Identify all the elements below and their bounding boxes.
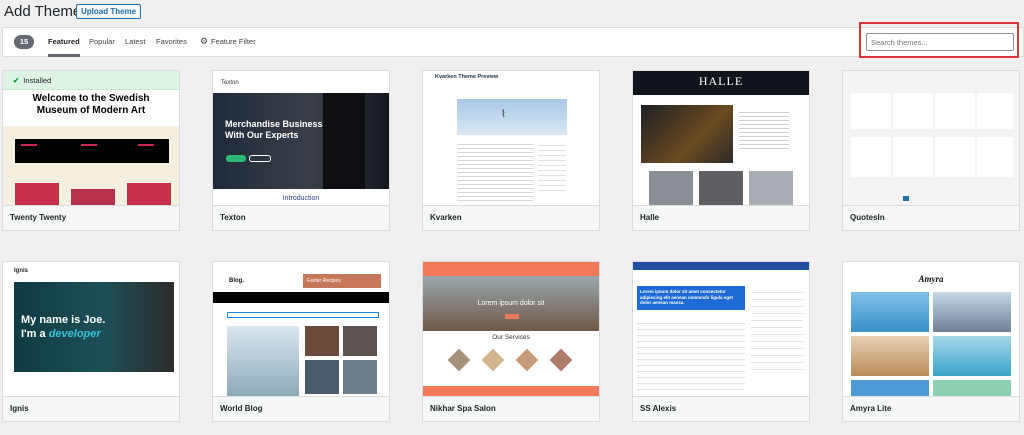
theme-name: Amyra Lite bbox=[843, 396, 1019, 421]
theme-screenshot: Amyra bbox=[843, 262, 1019, 396]
feature-filter-button[interactable]: Feature Filter bbox=[211, 36, 256, 48]
theme-screenshot: Kvarken Theme Preview ⌇ bbox=[423, 71, 599, 205]
tab-favorites[interactable]: Favorites bbox=[156, 36, 187, 48]
checkmark-icon: ✔ bbox=[13, 76, 20, 85]
tab-latest[interactable]: Latest bbox=[125, 36, 145, 48]
theme-card-ignis[interactable]: Ignis My name is Joe. I'm a developer Ig… bbox=[2, 261, 180, 422]
theme-card-twenty-twenty[interactable]: ✔ Installed Welcome to the Swedish Museum… bbox=[2, 70, 180, 231]
tab-featured[interactable]: Featured bbox=[48, 36, 80, 57]
theme-count-badge: 15 bbox=[14, 35, 34, 49]
theme-name: Halle bbox=[633, 205, 809, 230]
theme-card-texton[interactable]: Texton Merchandise Business With Our Exp… bbox=[212, 70, 390, 231]
theme-name: SS Alexis bbox=[633, 396, 809, 421]
theme-screenshot: Blog. Faster Recipes bbox=[213, 262, 389, 396]
tab-popular[interactable]: Popular bbox=[89, 36, 115, 48]
theme-card-quotesin[interactable]: QuotesIn bbox=[842, 70, 1020, 231]
theme-screenshot: HALLE bbox=[633, 71, 809, 205]
upload-theme-button[interactable]: Upload Theme bbox=[76, 4, 142, 19]
theme-card-nikhar-spa-salon[interactable]: Lorem ipsum dolor sit Our Services Nikha… bbox=[422, 261, 600, 422]
theme-screenshot bbox=[843, 71, 1019, 205]
theme-screenshot: Lorem ipsum dolor sit amet consectetur a… bbox=[633, 262, 809, 396]
installed-badge: ✔ Installed bbox=[3, 71, 179, 90]
gear-icon[interactable]: ⚙ bbox=[200, 36, 210, 46]
theme-card-halle[interactable]: HALLE Halle bbox=[632, 70, 810, 231]
theme-name: Nikhar Spa Salon bbox=[423, 396, 599, 421]
theme-name: Texton bbox=[213, 205, 389, 230]
theme-screenshot: Lorem ipsum dolor sit Our Services bbox=[423, 262, 599, 396]
theme-name: Twenty Twenty bbox=[3, 205, 179, 230]
theme-name: Ignis bbox=[3, 396, 179, 421]
theme-preview-headline: Merchandise Business With Our Experts bbox=[225, 119, 323, 140]
theme-card-kvarken[interactable]: Kvarken Theme Preview ⌇ Kvarken bbox=[422, 70, 600, 231]
theme-card-ss-alexis[interactable]: Lorem ipsum dolor sit amet consectetur a… bbox=[632, 261, 810, 422]
theme-card-amyra-lite[interactable]: Amyra Amyra Lite bbox=[842, 261, 1020, 422]
theme-preview-headline: Welcome to the Swedish Museum of Modern … bbox=[32, 93, 150, 116]
theme-name: QuotesIn bbox=[843, 205, 1019, 230]
theme-name: Kvarken bbox=[423, 205, 599, 230]
theme-screenshot: ✔ Installed Welcome to the Swedish Museum… bbox=[3, 71, 179, 205]
theme-card-world-blog[interactable]: Blog. Faster Recipes World Blog bbox=[212, 261, 390, 422]
search-themes-input[interactable] bbox=[866, 33, 1014, 51]
theme-screenshot: Ignis My name is Joe. I'm a developer bbox=[3, 262, 179, 396]
theme-name: World Blog bbox=[213, 396, 389, 421]
theme-screenshot: Texton Merchandise Business With Our Exp… bbox=[213, 71, 389, 205]
